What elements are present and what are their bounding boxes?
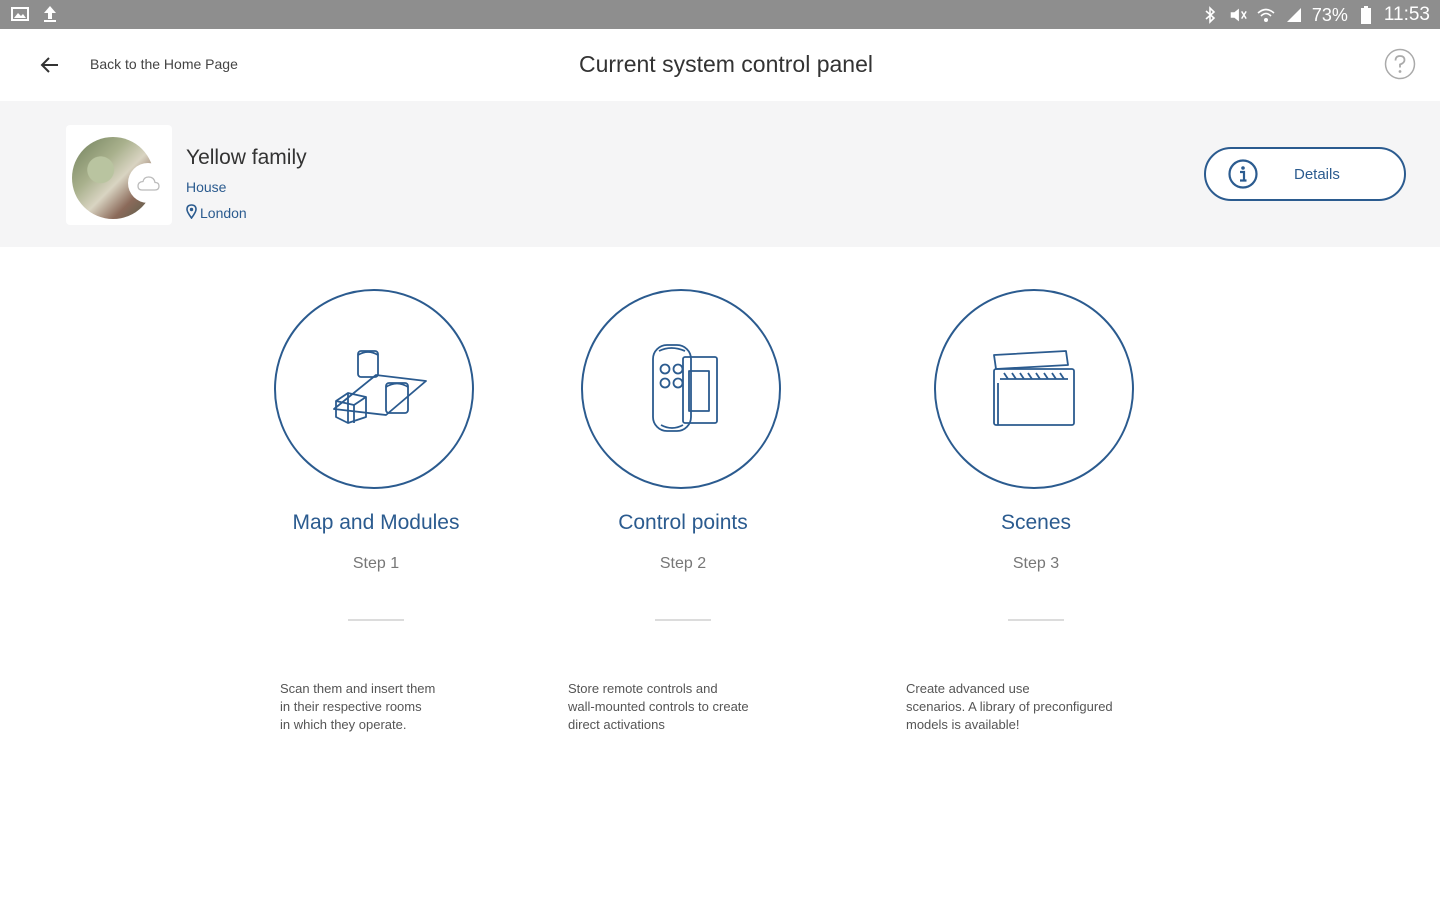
control-points-button[interactable] — [581, 289, 781, 489]
step-description: Scan them and insert them in their respe… — [280, 681, 436, 732]
home-avatar[interactable] — [66, 125, 172, 225]
app-header: Back to the Home Page Current system con… — [0, 29, 1440, 101]
clock: 11:53 — [1383, 4, 1430, 25]
divider — [348, 619, 404, 621]
info-icon — [1228, 159, 1258, 189]
battery-percent: 73% — [1311, 4, 1348, 25]
divider — [655, 619, 711, 621]
clapperboard-icon — [984, 337, 1084, 442]
step-description: Create advanced use scenarios. A library… — [906, 681, 1113, 732]
battery-icon — [1356, 5, 1376, 25]
help-icon[interactable] — [1384, 48, 1416, 80]
status-bar-left — [10, 4, 60, 24]
details-button[interactable]: Details — [1204, 147, 1406, 201]
step-title[interactable]: Map and Modules — [216, 511, 536, 535]
wifi-icon — [1256, 5, 1276, 25]
step-title[interactable]: Scenes — [876, 511, 1196, 535]
scenes-button[interactable] — [934, 289, 1134, 489]
mute-icon — [1228, 5, 1248, 25]
map-modules-icon — [314, 337, 434, 442]
step-title[interactable]: Control points — [523, 511, 843, 535]
home-type: House — [186, 179, 227, 195]
step-description: Store remote controls and wall-mounted c… — [568, 681, 749, 732]
details-label: Details — [1294, 166, 1340, 183]
step-number: Step 1 — [352, 555, 400, 572]
step-number: Step 2 — [659, 555, 707, 572]
page-title: Current system control panel — [578, 51, 873, 77]
home-info-band: Yellow family House London Details — [0, 101, 1440, 247]
remote-control-icon — [631, 337, 731, 442]
bluetooth-icon — [1200, 5, 1220, 25]
status-bar: 73% 11:53 — [0, 0, 1440, 29]
signal-icon — [1284, 5, 1304, 25]
home-name: Yellow family — [186, 146, 307, 169]
upload-notification-icon — [40, 4, 60, 24]
divider — [1008, 619, 1064, 621]
location-pin-icon — [186, 204, 197, 222]
home-location: London — [186, 204, 247, 222]
step-number: Step 3 — [1012, 555, 1060, 572]
map-modules-button[interactable] — [274, 289, 474, 489]
cloud-icon — [128, 163, 168, 203]
status-bar-right: 73% 11:53 — [1200, 4, 1430, 26]
location-label: London — [200, 205, 247, 221]
gallery-notification-icon — [10, 4, 30, 24]
